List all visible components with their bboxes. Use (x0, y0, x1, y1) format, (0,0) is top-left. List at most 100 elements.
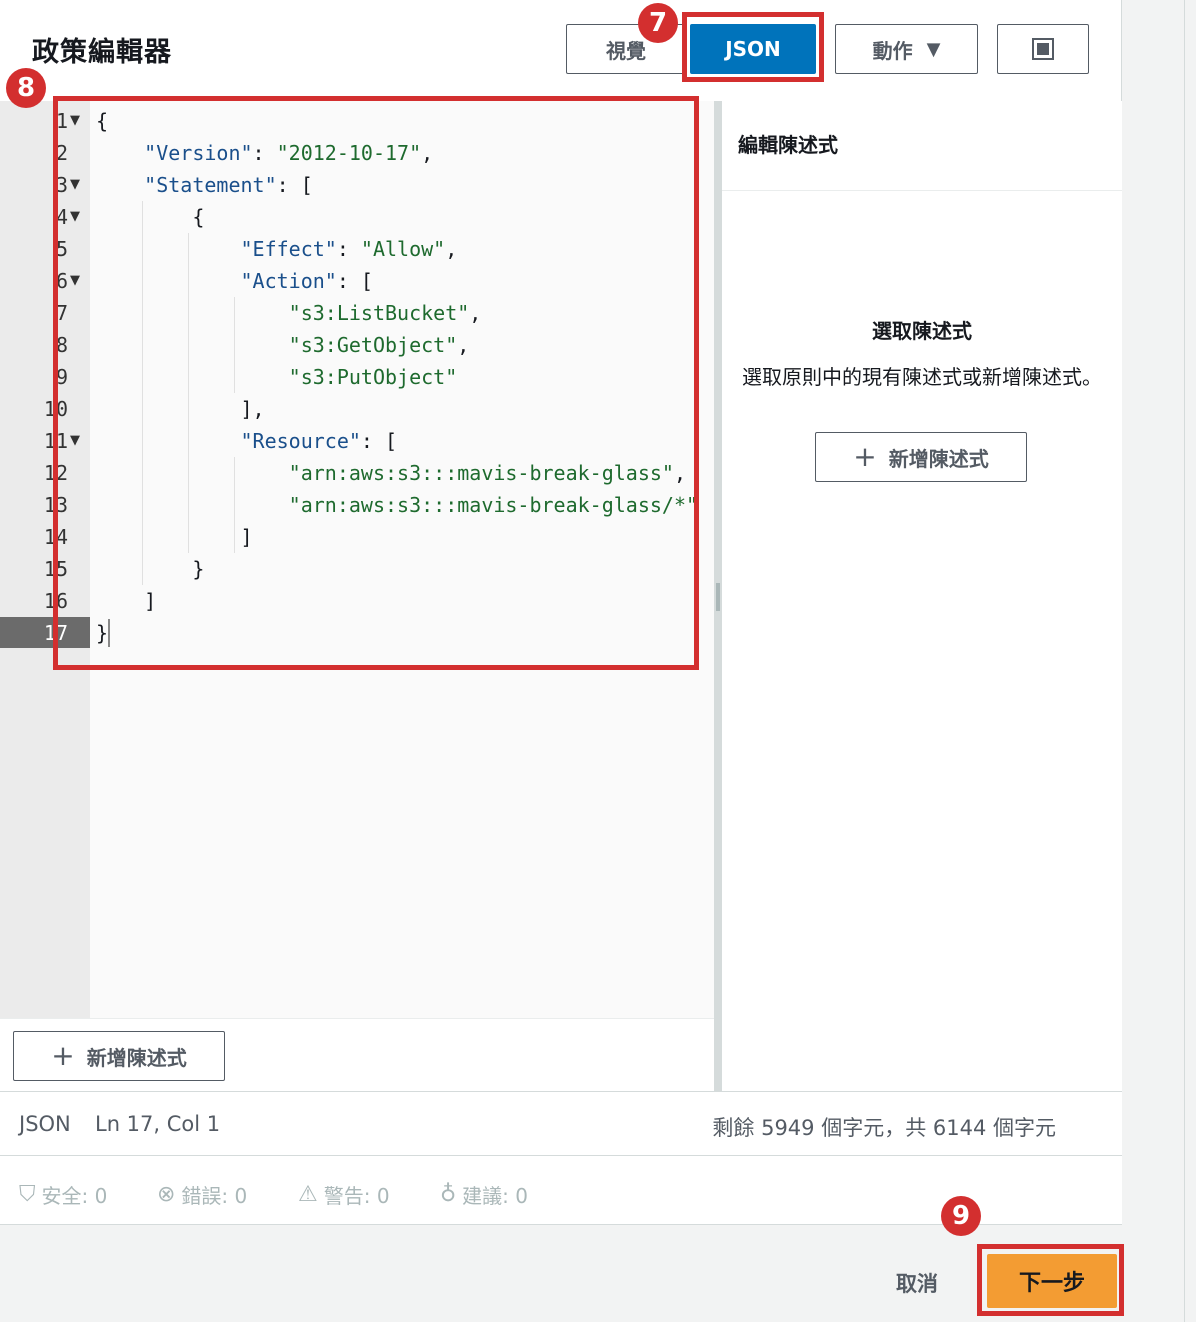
json-value: "2012-10-17" (276, 141, 422, 165)
fold-toggle-icon[interactable]: ▼ (70, 201, 80, 233)
json-punct: } (96, 557, 205, 581)
side-add-statement-label: 新增陳述式 (888, 446, 989, 471)
next-button[interactable]: 下一步 (987, 1254, 1117, 1308)
code-line: "arn:aws:s3:::mavis-break-glass", (96, 457, 686, 489)
step-marker-8: 8 (6, 68, 46, 108)
tab-json[interactable]: JSON (690, 24, 816, 74)
line-number: 14 (43, 525, 68, 549)
json-code-editor[interactable]: 1 ▼ 2 3 ▼ 4 ▼ 5 6 ▼ 7 8 9 10 11 ▼ 12 13 14 15 16 17{ "Version… (0, 101, 714, 1018)
json-punct: , (445, 237, 458, 261)
status-language: JSON (19, 1112, 71, 1136)
line-number: 15 (43, 557, 68, 581)
fullscreen-button[interactable] (997, 24, 1089, 74)
json-punct: , (469, 301, 482, 325)
code-line: { (96, 201, 204, 233)
json-value: "arn:aws:s3:::mavis-break-glass/*" (288, 493, 699, 517)
line-number: 13 (43, 493, 68, 517)
json-key: "Resource" (240, 429, 361, 453)
suggestions-check-tab[interactable]: ♁ 建議: 0 (440, 1180, 528, 1209)
line-number: 11 (43, 429, 68, 453)
json-punct (96, 301, 289, 325)
json-punct (96, 461, 289, 485)
json-punct: ], (96, 397, 265, 421)
fold-toggle-icon[interactable]: ▼ (70, 105, 80, 137)
page-title: 政策編輯器 (32, 37, 172, 68)
error-circle-icon: ⊗ (157, 1182, 176, 1207)
json-punct: { (96, 205, 205, 229)
divider (1184, 0, 1185, 1322)
edit-statement-panel: 編輯陳述式 選取陳述式 選取原則中的現有陳述式或新增陳述式。 + 新增陳述式 (722, 101, 1122, 1091)
page-right-gutter (1122, 0, 1196, 1322)
json-punct (96, 237, 241, 261)
json-punct: : [ (336, 269, 373, 293)
indent-guide (188, 233, 189, 553)
code-line: ] (96, 585, 156, 617)
code-line: "Version": "2012-10-17", (96, 137, 433, 169)
plus-icon: + (51, 1039, 75, 1072)
editor-status-bar: JSON Ln 17, Col 1 剩餘 5949 個字元，共 6144 個字元 (0, 1091, 1122, 1156)
add-statement-button[interactable]: + 新增陳述式 (13, 1031, 225, 1081)
code-line: { (96, 105, 108, 137)
errors-check-label: 錯誤: 0 (181, 1184, 248, 1208)
json-punct: : (336, 237, 361, 261)
json-key: "Action" (240, 269, 337, 293)
security-check-tab[interactable]: ⛉ 安全: 0 (19, 1180, 107, 1209)
json-value: "Allow" (360, 237, 446, 261)
json-punct: } (96, 621, 109, 645)
errors-check-tab[interactable]: ⊗ 錯誤: 0 (157, 1180, 247, 1209)
indent-guide (234, 297, 235, 393)
step-marker-7: 7 (638, 3, 678, 43)
empty-state-title: 選取陳述式 (872, 319, 972, 343)
status-cursor-position: Ln 17, Col 1 (95, 1112, 221, 1136)
line-number: 17 (43, 621, 68, 645)
line-number: 8 (55, 333, 68, 357)
policy-editor-panel: 政策編輯器 視覺 JSON 動作 ▼ 1 ▼ 2 3 ▼ 4 ▼ 5 6 ▼ 7 8 9 10 11 ▼ 12 1… (0, 0, 1122, 1225)
code-line: "arn:aws:s3:::mavis-break-glass/*" (96, 489, 698, 521)
json-punct: , (673, 461, 687, 485)
fold-toggle-icon[interactable]: ▼ (70, 169, 80, 201)
json-punct: { (96, 109, 109, 133)
fold-toggle-icon[interactable]: ▼ (70, 265, 80, 297)
line-number: 12 (43, 461, 68, 485)
json-value: "s3:GetObject" (288, 333, 458, 357)
json-punct: , (421, 141, 434, 165)
json-punct (96, 493, 289, 517)
json-punct (96, 173, 144, 197)
line-number: 7 (55, 301, 68, 325)
side-add-statement-button[interactable]: + 新增陳述式 (815, 432, 1027, 482)
panel-splitter[interactable] (714, 101, 722, 1091)
json-punct: : [ (360, 429, 398, 453)
indent-guide (142, 201, 143, 585)
code-line: "Statement": [ (96, 169, 313, 201)
json-punct (96, 269, 241, 293)
json-punct: ] (96, 589, 157, 613)
line-number: 9 (55, 365, 68, 389)
actions-dropdown[interactable]: 動作 ▼ (835, 24, 978, 74)
json-value: "s3:PutObject" (288, 365, 458, 389)
json-punct: ] (96, 525, 253, 549)
line-number: 16 (43, 589, 68, 613)
json-punct: , (457, 333, 470, 357)
json-value: "s3:ListBucket" (288, 301, 470, 325)
plus-icon: + (853, 440, 877, 473)
line-number: 5 (55, 237, 68, 261)
fold-toggle-icon[interactable]: ▼ (70, 425, 80, 457)
lightbulb-icon: ♁ (440, 1182, 457, 1207)
caret-down-icon: ▼ (926, 38, 941, 60)
warnings-check-label: 警告: 0 (323, 1184, 390, 1208)
suggestions-check-label: 建議: 0 (462, 1184, 528, 1208)
cancel-button[interactable]: 取消 (896, 1268, 938, 1298)
editor-bottom-bar: + 新增陳述式 (0, 1018, 714, 1091)
code-line: } (96, 617, 108, 649)
json-punct: : [ (276, 173, 313, 197)
splitter-grip-icon[interactable] (716, 583, 720, 611)
warnings-check-tab[interactable]: ⚠ 警告: 0 (298, 1180, 390, 1209)
status-character-count: 剩餘 5949 個字元，共 6144 個字元 (712, 1116, 1056, 1140)
code-line: "s3:PutObject" (96, 361, 458, 393)
json-key: "Effect" (240, 237, 337, 261)
indent-guide (234, 457, 235, 553)
line-number: 1 (55, 109, 68, 133)
security-check-label: 安全: 0 (41, 1184, 108, 1208)
add-statement-label: 新增陳述式 (86, 1045, 187, 1070)
shield-icon: ⛉ (19, 1182, 36, 1207)
